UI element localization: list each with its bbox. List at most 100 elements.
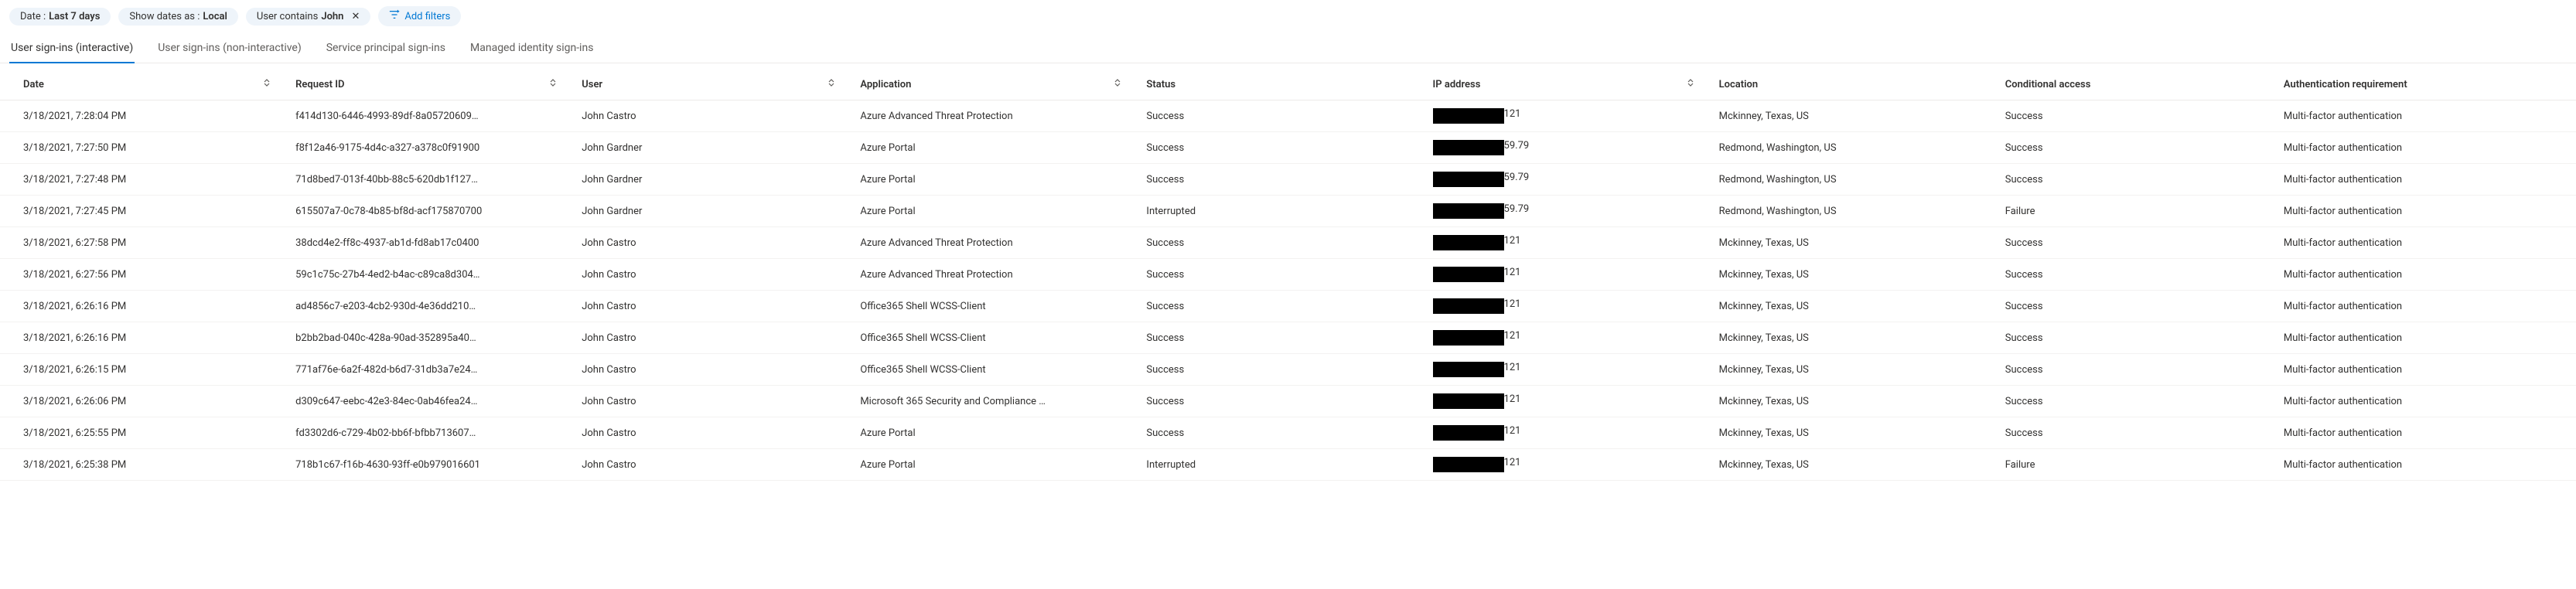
cell-date: 3/18/2021, 7:27:50 PM xyxy=(0,132,286,164)
col-header-label: Authentication requirement xyxy=(2284,79,2407,90)
redacted-ip-prefix xyxy=(1433,172,1504,187)
table-row[interactable]: 3/18/2021, 6:25:38 PM718b1c67-f16b-4630-… xyxy=(0,449,2576,481)
cell-application: Azure Portal xyxy=(851,132,1137,164)
ip-suffix: 121 xyxy=(1504,330,1521,346)
cell-auth-req: Multi-factor authentication xyxy=(2274,322,2576,354)
sort-icon[interactable] xyxy=(827,79,835,87)
add-filters-label: Add filters xyxy=(404,11,450,22)
filter-user-label: User contains xyxy=(257,11,318,22)
cell-auth-req: Multi-factor authentication xyxy=(2274,291,2576,322)
cell-ip: 121 xyxy=(1424,259,1710,291)
cell-ip: 121 xyxy=(1424,227,1710,259)
cell-auth-req: Multi-factor authentication xyxy=(2274,100,2576,132)
cell-user: John Castro xyxy=(572,322,851,354)
cell-application: Azure Portal xyxy=(851,196,1137,227)
ip-suffix: 59.79 xyxy=(1504,172,1530,187)
table-row[interactable]: 3/18/2021, 6:26:15 PM771af76e-6a2f-482d-… xyxy=(0,354,2576,386)
col-header-auth-req[interactable]: Authentication requirement xyxy=(2274,63,2576,100)
cell-request-id: d309c647-eebc-42e3-84ec-0ab46fea24… xyxy=(286,386,572,417)
col-header-label: Location xyxy=(1719,79,1759,90)
cell-user: John Castro xyxy=(572,227,851,259)
close-icon[interactable]: ✕ xyxy=(351,11,360,22)
redacted-ip-prefix xyxy=(1433,108,1504,124)
col-header-application[interactable]: Application xyxy=(851,63,1137,100)
cell-ip: 121 xyxy=(1424,417,1710,449)
table-row[interactable]: 3/18/2021, 7:27:48 PM71d8bed7-013f-40bb-… xyxy=(0,164,2576,196)
filter-user[interactable]: User contains John ✕ xyxy=(246,8,370,26)
filter-date[interactable]: Date : Last 7 days xyxy=(9,8,111,26)
table-row[interactable]: 3/18/2021, 7:28:04 PMf414d130-6446-4993-… xyxy=(0,100,2576,132)
tabs: User sign-ins (interactive) User sign-in… xyxy=(0,36,2576,63)
redacted-ip-prefix xyxy=(1433,457,1504,472)
cell-location: Mckinney, Texas, US xyxy=(1710,449,1996,481)
col-header-user[interactable]: User xyxy=(572,63,851,100)
cell-conditional-access: Failure xyxy=(1996,449,2274,481)
col-header-label: Conditional access xyxy=(2005,79,2091,90)
cell-location: Mckinney, Texas, US xyxy=(1710,259,1996,291)
ip-suffix: 121 xyxy=(1504,298,1521,314)
sort-icon[interactable] xyxy=(1114,79,1121,87)
filter-show-dates-label: Show dates as : xyxy=(129,11,200,22)
cell-user: John Castro xyxy=(572,100,851,132)
cell-location: Mckinney, Texas, US xyxy=(1710,354,1996,386)
sort-icon[interactable] xyxy=(549,79,557,87)
cell-date: 3/18/2021, 6:27:56 PM xyxy=(0,259,286,291)
tab-managed-identity-signins[interactable]: Managed identity sign-ins xyxy=(469,36,595,63)
col-header-label: IP address xyxy=(1433,79,1481,90)
cell-ip: 121 xyxy=(1424,291,1710,322)
cell-ip: 121 xyxy=(1424,449,1710,481)
cell-date: 3/18/2021, 7:27:45 PM xyxy=(0,196,286,227)
col-header-date[interactable]: Date xyxy=(0,63,286,100)
cell-user: John Gardner xyxy=(572,132,851,164)
tab-user-signins-interactive[interactable]: User sign-ins (interactive) xyxy=(9,36,135,63)
table-row[interactable]: 3/18/2021, 6:26:16 PMad4856c7-e203-4cb2-… xyxy=(0,291,2576,322)
table-row[interactable]: 3/18/2021, 6:26:06 PMd309c647-eebc-42e3-… xyxy=(0,386,2576,417)
table-row[interactable]: 3/18/2021, 6:25:55 PMfd3302d6-c729-4b02-… xyxy=(0,417,2576,449)
table-row[interactable]: 3/18/2021, 6:26:16 PMb2bb2bad-040c-428a-… xyxy=(0,322,2576,354)
cell-auth-req: Multi-factor authentication xyxy=(2274,259,2576,291)
cell-date: 3/18/2021, 7:28:04 PM xyxy=(0,100,286,132)
cell-user: John Castro xyxy=(572,386,851,417)
ip-suffix: 121 xyxy=(1504,235,1521,250)
cell-application: Azure Portal xyxy=(851,417,1137,449)
col-header-ip[interactable]: IP address xyxy=(1424,63,1710,100)
table-row[interactable]: 3/18/2021, 7:27:45 PM615507a7-0c78-4b85-… xyxy=(0,196,2576,227)
col-header-location[interactable]: Location xyxy=(1710,63,1996,100)
cell-location: Redmond, Washington, US xyxy=(1710,164,1996,196)
table-row[interactable]: 3/18/2021, 7:27:50 PMf8f12a46-9175-4d4c-… xyxy=(0,132,2576,164)
col-header-status[interactable]: Status xyxy=(1137,63,1423,100)
tab-label: Service principal sign-ins xyxy=(326,42,445,54)
sort-icon[interactable] xyxy=(263,79,271,87)
cell-request-id: 71d8bed7-013f-40bb-88c5-620db1f127… xyxy=(286,164,572,196)
cell-conditional-access: Success xyxy=(1996,227,2274,259)
cell-user: John Castro xyxy=(572,291,851,322)
cell-application: Azure Advanced Threat Protection xyxy=(851,259,1137,291)
cell-status: Success xyxy=(1137,386,1423,417)
tab-label: User sign-ins (non-interactive) xyxy=(158,42,302,54)
cell-ip: 121 xyxy=(1424,354,1710,386)
tab-service-principal-signins[interactable]: Service principal sign-ins xyxy=(325,36,447,63)
col-header-label: User xyxy=(582,79,602,90)
table-row[interactable]: 3/18/2021, 6:27:56 PM59c1c75c-27b4-4ed2-… xyxy=(0,259,2576,291)
cell-user: John Castro xyxy=(572,449,851,481)
cell-date: 3/18/2021, 6:26:16 PM xyxy=(0,322,286,354)
table-row[interactable]: 3/18/2021, 6:27:58 PM38dcd4e2-ff8c-4937-… xyxy=(0,227,2576,259)
cell-request-id: f8f12a46-9175-4d4c-a327-a378c0f91900 xyxy=(286,132,572,164)
tab-user-signins-noninteractive[interactable]: User sign-ins (non-interactive) xyxy=(156,36,303,63)
filter-date-value: Last 7 days xyxy=(49,11,100,22)
cell-user: John Gardner xyxy=(572,196,851,227)
col-header-conditional-access[interactable]: Conditional access xyxy=(1996,63,2274,100)
col-header-request-id[interactable]: Request ID xyxy=(286,63,572,100)
ip-suffix: 121 xyxy=(1504,362,1521,377)
cell-application: Microsoft 365 Security and Compliance … xyxy=(851,386,1137,417)
filter-show-dates[interactable]: Show dates as : Local xyxy=(118,8,237,26)
cell-auth-req: Multi-factor authentication xyxy=(2274,354,2576,386)
tab-label: Managed identity sign-ins xyxy=(470,42,593,54)
add-filters-button[interactable]: Add filters xyxy=(378,6,461,26)
redacted-ip-prefix xyxy=(1433,235,1504,250)
cell-conditional-access: Failure xyxy=(1996,196,2274,227)
col-header-label: Application xyxy=(860,79,911,90)
sort-icon[interactable] xyxy=(1687,79,1694,87)
cell-request-id: 59c1c75c-27b4-4ed2-b4ac-c89ca8d304… xyxy=(286,259,572,291)
cell-conditional-access: Success xyxy=(1996,417,2274,449)
